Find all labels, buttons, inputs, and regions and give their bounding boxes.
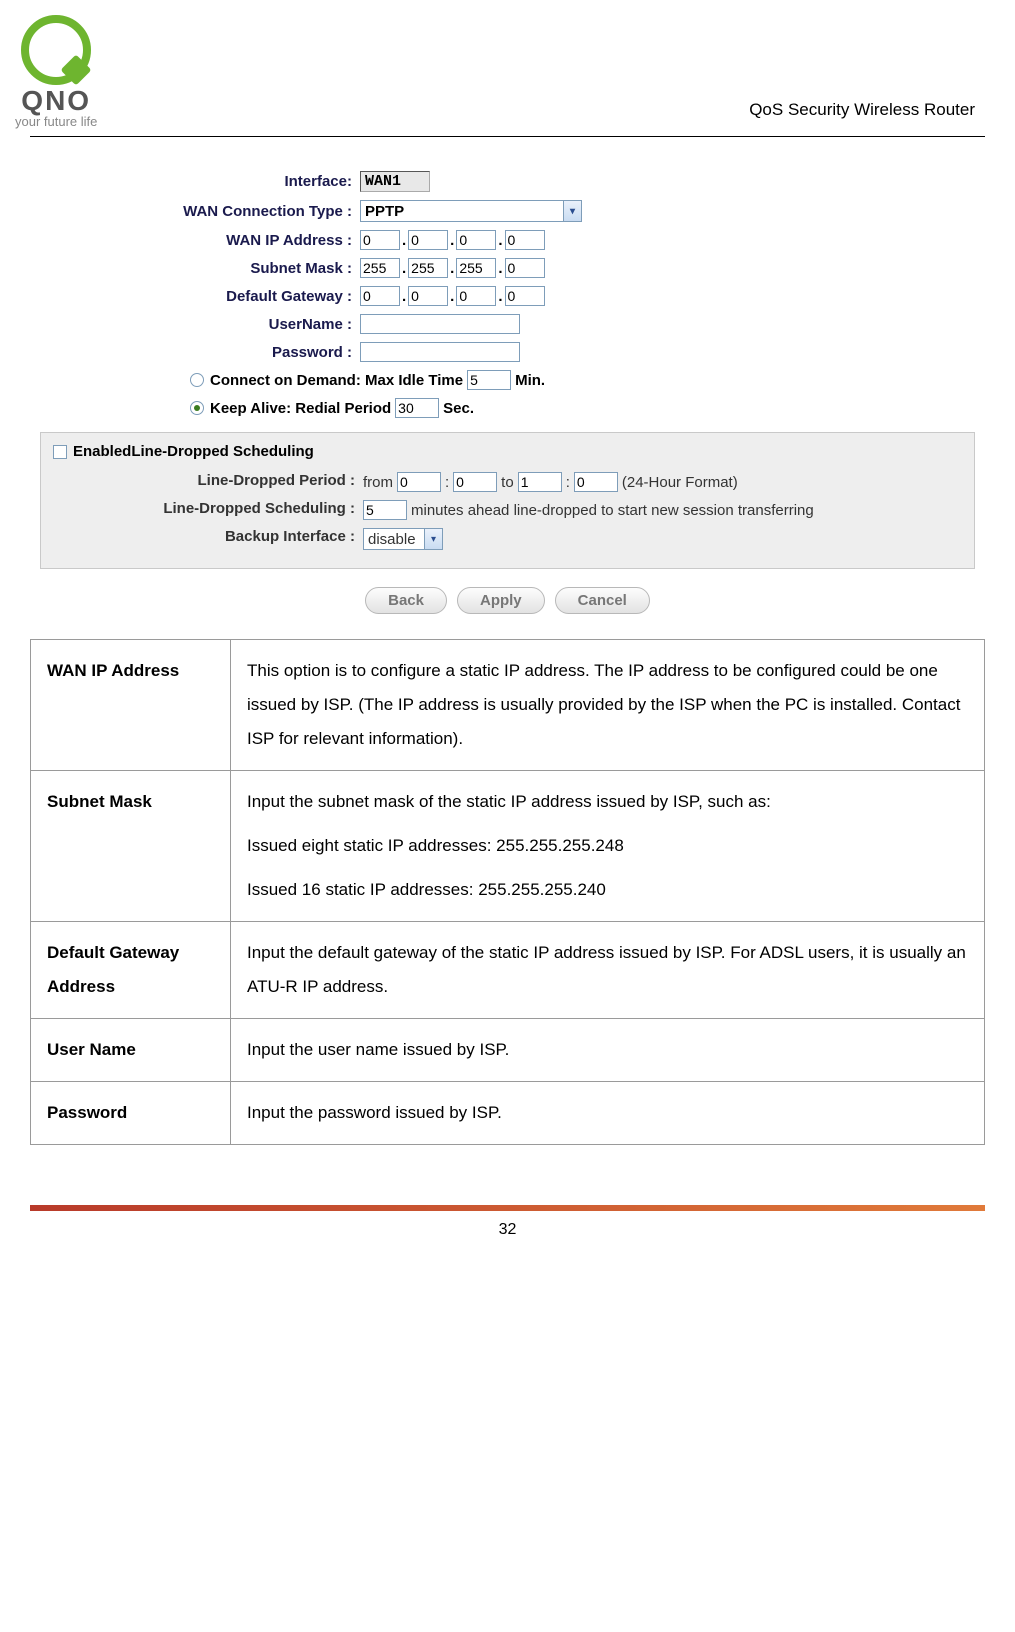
subnet-label: Subnet Mask : [40,260,360,277]
table-row: Subnet Mask Input the subnet mask of the… [31,771,985,922]
period-label: Line-Dropped Period : [53,472,363,489]
footer-rule [30,1205,985,1211]
gateway-key: Default Gateway Address [31,922,231,1019]
period-note: (24-Hour Format) [622,474,738,491]
header-rule [30,136,985,137]
backup-label: Backup Interface : [53,528,363,545]
keep-alive-radio[interactable] [190,401,204,415]
backup-value: disable [364,529,424,549]
username-input[interactable] [360,314,520,334]
sched-row: Line-Dropped Scheduling : minutes ahead … [53,496,962,524]
gateway-row: Default Gateway : . . . [40,282,975,310]
backup-select[interactable]: disable ▾ [363,528,443,550]
chevron-down-icon: ▾ [424,529,442,549]
line-dropped-box: EnabledLine-Dropped Scheduling Line-Drop… [40,432,975,569]
enable-line-dropped-checkbox[interactable] [53,445,67,459]
sched-text: minutes ahead line-dropped to start new … [411,502,814,519]
connect-on-demand-row: Connect on Demand: Max Idle Time Min. [40,366,975,394]
backup-row: Backup Interface : disable ▾ [53,524,962,554]
period-to: to [501,474,514,491]
period-to-m[interactable] [574,472,618,492]
period-row: Line-Dropped Period : from : to : (24-Ho… [53,468,962,496]
sched-minutes-input[interactable] [363,500,407,520]
password-desc: Input the password issued by ISP. [231,1082,985,1145]
wan-ip-3[interactable] [456,230,496,250]
footer: 32 [0,1205,1015,1239]
period-from-m[interactable] [453,472,497,492]
subnet-1[interactable] [360,258,400,278]
password-row: Password : [40,338,975,366]
gateway-2[interactable] [408,286,448,306]
username-row: UserName : [40,310,975,338]
min-unit: Min. [515,372,545,389]
gateway-desc: Input the default gateway of the static … [231,922,985,1019]
interface-select[interactable]: WAN1 [360,171,430,192]
logo: QNO your future life [15,15,97,128]
back-button[interactable]: Back [365,587,447,614]
username-key: User Name [31,1019,231,1082]
interface-row: Interface: WAN1 [40,167,975,196]
keep-alive-row: Keep Alive: Redial Period Sec. [40,394,975,422]
wan-ip-2[interactable] [408,230,448,250]
conn-type-value: PPTP [361,201,563,221]
subnet-4[interactable] [505,258,545,278]
wan-ip-row: WAN IP Address : . . . [40,226,975,254]
connect-on-demand-label: Connect on Demand: Max Idle Time [210,372,463,389]
keep-alive-label: Keep Alive: Redial Period [210,400,391,417]
table-row: Default Gateway Address Input the defaul… [31,922,985,1019]
period-to-h[interactable] [518,472,562,492]
button-row: Back Apply Cancel [40,587,975,614]
apply-button[interactable]: Apply [457,587,545,614]
redial-input[interactable] [395,398,439,418]
subnet-3[interactable] [456,258,496,278]
subnet-key: Subnet Mask [31,771,231,922]
logo-subtitle: your future life [15,115,97,128]
wan-ip-key: WAN IP Address [31,640,231,771]
max-idle-input[interactable] [467,370,511,390]
subnet-2[interactable] [408,258,448,278]
period-from-h[interactable] [397,472,441,492]
sec-unit: Sec. [443,400,474,417]
subnet-desc-1: Input the subnet mask of the static IP a… [247,785,968,819]
config-panel: Interface: WAN1 WAN Connection Type : PP… [40,157,975,614]
conn-type-select[interactable]: PPTP ▾ [360,200,582,222]
table-row: User Name Input the user name issued by … [31,1019,985,1082]
wan-ip-label: WAN IP Address : [40,232,360,249]
username-label: UserName : [40,316,360,333]
password-label: Password : [40,344,360,361]
wan-ip-4[interactable] [505,230,545,250]
table-row: Password Input the password issued by IS… [31,1082,985,1145]
password-input[interactable] [360,342,520,362]
wan-ip-1[interactable] [360,230,400,250]
document-title: QoS Security Wireless Router [749,100,975,128]
page-header: QNO your future life QoS Security Wirele… [0,0,1015,136]
conn-type-row: WAN Connection Type : PPTP ▾ [40,196,975,226]
gateway-4[interactable] [505,286,545,306]
subnet-row: Subnet Mask : . . . [40,254,975,282]
chevron-down-icon: ▾ [563,201,581,221]
line-dropped-title: EnabledLine-Dropped Scheduling [73,443,314,460]
wan-ip-desc: This option is to configure a static IP … [231,640,985,771]
interface-label: Interface: [40,173,360,190]
page-number: 32 [0,1221,1015,1239]
description-table: WAN IP Address This option is to configu… [30,639,985,1145]
table-row: WAN IP Address This option is to configu… [31,640,985,771]
password-key: Password [31,1082,231,1145]
conn-type-label: WAN Connection Type : [40,203,360,220]
gateway-label: Default Gateway : [40,288,360,305]
sched-label: Line-Dropped Scheduling : [53,500,363,517]
subnet-desc-3: Issued 16 static IP addresses: 255.255.2… [247,873,968,907]
subnet-desc-2: Issued eight static IP addresses: 255.25… [247,829,968,863]
gateway-3[interactable] [456,286,496,306]
subnet-desc: Input the subnet mask of the static IP a… [231,771,985,922]
logo-q-icon [21,15,91,85]
logo-text: QNO [21,87,91,115]
connect-on-demand-radio[interactable] [190,373,204,387]
cancel-button[interactable]: Cancel [555,587,650,614]
period-from: from [363,474,393,491]
gateway-1[interactable] [360,286,400,306]
username-desc: Input the user name issued by ISP. [231,1019,985,1082]
